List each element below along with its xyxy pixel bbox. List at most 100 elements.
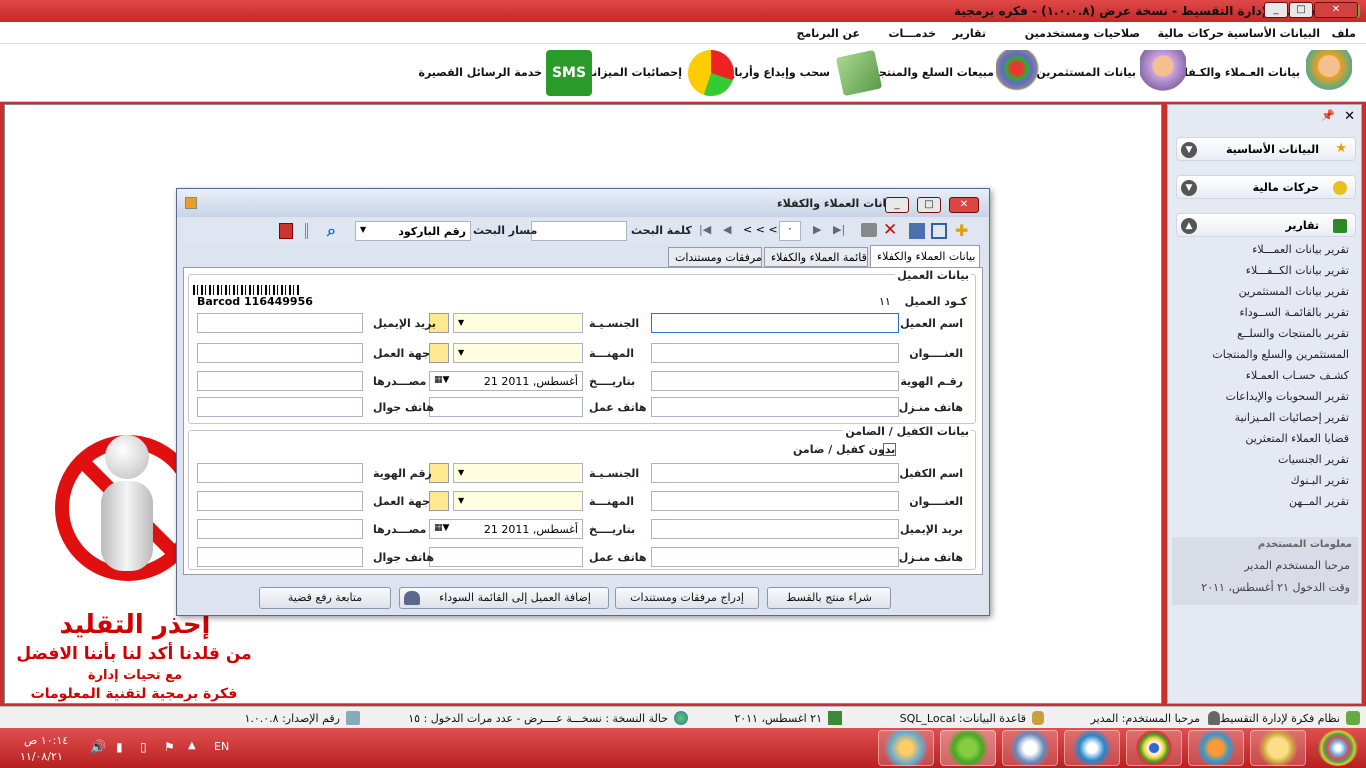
g-email-input[interactable] [651, 519, 899, 539]
menu-services[interactable]: خدمـــات [888, 27, 936, 40]
address-input[interactable] [651, 343, 899, 363]
report-link-blacklist[interactable]: تقرير بالقائمـة الســوداء [1239, 306, 1349, 319]
edit-icon[interactable] [931, 223, 947, 239]
menu-permissions[interactable]: صلاحيات ومستخدمين [1025, 27, 1140, 40]
report-link-statement[interactable]: كشـف حسـاب العمـلاء [1246, 369, 1349, 382]
employer-input[interactable] [197, 343, 363, 363]
id-input[interactable] [651, 371, 899, 391]
internet-explorer-icon[interactable] [1064, 730, 1120, 766]
g-employer-input[interactable] [197, 491, 363, 511]
section-basic-data[interactable]: ▼ البيانات الأساسية ★ [1176, 137, 1356, 161]
g-issuer-input[interactable] [197, 519, 363, 539]
report-link-investors-products[interactable]: المستثمرين والسلع والمنتجات [1212, 348, 1349, 361]
menu-file[interactable]: ملف [1332, 27, 1356, 40]
date-picker[interactable]: 21 أغسطس, 2011 ▦▼ [429, 371, 583, 391]
report-link-nationalities[interactable]: تقرير الجنسيات [1278, 453, 1349, 466]
close-button[interactable]: ✕ [1314, 2, 1358, 18]
toolbar-customers[interactable]: بيانات العـملاء والكـفلاء [1174, 66, 1300, 79]
flag-icon[interactable]: ⚑ [164, 740, 175, 754]
g-job-select[interactable]: ▼ [453, 491, 583, 511]
menu-basic-data[interactable]: البيانات الأساسية [1227, 27, 1320, 40]
add-job-icon[interactable] [429, 343, 449, 363]
customers-icon[interactable] [1306, 50, 1352, 96]
report-link-guarantors[interactable]: تقرير بيانات الكــفـــلاء [1246, 264, 1349, 277]
g-address-input[interactable] [651, 491, 899, 511]
nationality-select[interactable]: ▼ [453, 313, 583, 333]
report-link-jobs[interactable]: تقرير المــهن [1289, 495, 1349, 508]
section-financial[interactable]: ▼ حركات مالية [1176, 175, 1356, 199]
battery-icon[interactable]: ▯ [140, 740, 147, 754]
toolbar-investors[interactable]: بيانات المستثمرين [1036, 66, 1136, 79]
print-icon[interactable] [861, 223, 877, 237]
g-nationality-select[interactable]: ▼ [453, 463, 583, 483]
nav-position[interactable]: ٠ [779, 221, 801, 241]
add-blacklist-button[interactable]: إضافة العميل إلى القائمة السوداء [399, 587, 609, 609]
volume-icon[interactable]: 🔊 [90, 740, 106, 755]
save-icon[interactable] [909, 223, 925, 239]
dialog-minimize-button[interactable]: _ [885, 197, 909, 213]
section-reports[interactable]: ▲ تقارير [1176, 213, 1356, 237]
g-id-input[interactable] [197, 463, 363, 483]
toolbar-sms[interactable]: خدمة الرسائل القصيرة [418, 66, 542, 79]
explorer-folder-icon[interactable] [1250, 730, 1306, 766]
filter-list-icon[interactable] [305, 223, 321, 239]
report-link-withdrawals[interactable]: تقرير السحوبات والإيداعات [1226, 390, 1349, 403]
language-indicator[interactable]: EN [214, 740, 229, 753]
start-button[interactable] [1318, 730, 1358, 766]
shopping-cart-icon[interactable] [996, 50, 1042, 96]
g-mobile-input[interactable] [197, 547, 363, 567]
report-link-budget[interactable]: تقرير إحصائيات المـيزانية [1235, 411, 1349, 424]
visual-studio-icon[interactable] [1002, 730, 1058, 766]
add-attachments-button[interactable]: إدراج مرفقات ومستندات [615, 587, 759, 609]
toolbar-deposits[interactable]: سحب وإيداع وأرباح [726, 66, 830, 79]
menu-reports[interactable]: تقارير [953, 27, 986, 40]
sms-icon[interactable]: SMS [546, 50, 592, 96]
delete-icon[interactable]: ✕ [883, 220, 897, 240]
panel-pin-icon[interactable]: 📌 [1321, 109, 1335, 122]
buy-installment-button[interactable]: شراء منتج بالقسط [767, 587, 891, 609]
dialog-maximize-button[interactable]: □ [917, 197, 941, 213]
menu-about[interactable]: عن البرنامج [797, 27, 860, 40]
exit-icon[interactable] [279, 223, 293, 239]
tab-customer-list[interactable]: قائمة العملاء والكفلاء [764, 247, 868, 267]
maximize-button[interactable]: □ [1289, 2, 1313, 18]
file-lawsuit-button[interactable]: متابعة رفع قضية [259, 587, 391, 609]
dialog-close-button[interactable]: ✕ [949, 197, 979, 213]
money-icon[interactable] [835, 49, 883, 97]
pie-chart-icon[interactable] [688, 50, 734, 96]
report-link-banks[interactable]: تقرير البـنوك [1291, 474, 1349, 487]
nav-last-icon[interactable]: ▶| [833, 223, 845, 236]
report-link-defaulters[interactable]: قضايا العملاء المتعثرين [1245, 432, 1349, 445]
report-link-customers[interactable]: تقرير بيانات العمـــلاء [1252, 243, 1349, 256]
report-link-investors[interactable]: تقرير بيانات المستثمرين [1239, 285, 1349, 298]
job-select[interactable]: ▼ [453, 343, 583, 363]
customer-name-input[interactable] [651, 313, 899, 333]
nav-prev-icon[interactable]: ◀ [723, 223, 731, 236]
media-player-icon[interactable] [1188, 730, 1244, 766]
mobile-input[interactable] [197, 397, 363, 417]
nav-first-icon[interactable]: |◀ [699, 223, 711, 236]
panel-close-icon[interactable]: ✕ [1344, 109, 1355, 124]
toolbar-sales[interactable]: مبيعات السلع والمنتجات [864, 66, 994, 79]
guarantor-name-input[interactable] [651, 463, 899, 483]
tray-expand-icon[interactable]: ▲ [188, 740, 196, 751]
g-home-phone-input[interactable] [651, 547, 899, 567]
chrome-icon[interactable] [1126, 730, 1182, 766]
add-icon[interactable]: ✚ [955, 221, 968, 240]
report-link-products[interactable]: تقرير بالمنتجات والسلــع [1237, 327, 1349, 340]
paint-app-icon[interactable] [878, 730, 934, 766]
g-date-picker[interactable]: 21 أغسطس, 2011 ▦▼ [429, 519, 583, 539]
installment-app-icon[interactable] [940, 730, 996, 766]
g-work-phone-input[interactable] [429, 547, 583, 567]
toolbar-budget-stats[interactable]: إحصائيات الميزانية [582, 66, 682, 79]
investors-icon[interactable] [1140, 50, 1186, 96]
nav-next-icon[interactable]: ▶ [813, 223, 821, 236]
signal-icon[interactable]: ▮ [116, 740, 123, 754]
search-by-select[interactable]: رقم الباركود ▼ [355, 221, 471, 241]
g-add-nationality-icon[interactable] [429, 463, 449, 483]
email-input[interactable] [197, 313, 363, 333]
issuer-input[interactable] [197, 371, 363, 391]
search-icon[interactable]: ⌕ [327, 221, 336, 241]
tab-attachments[interactable]: مرفقات ومستندات [668, 247, 762, 267]
work-phone-input[interactable] [429, 397, 583, 417]
